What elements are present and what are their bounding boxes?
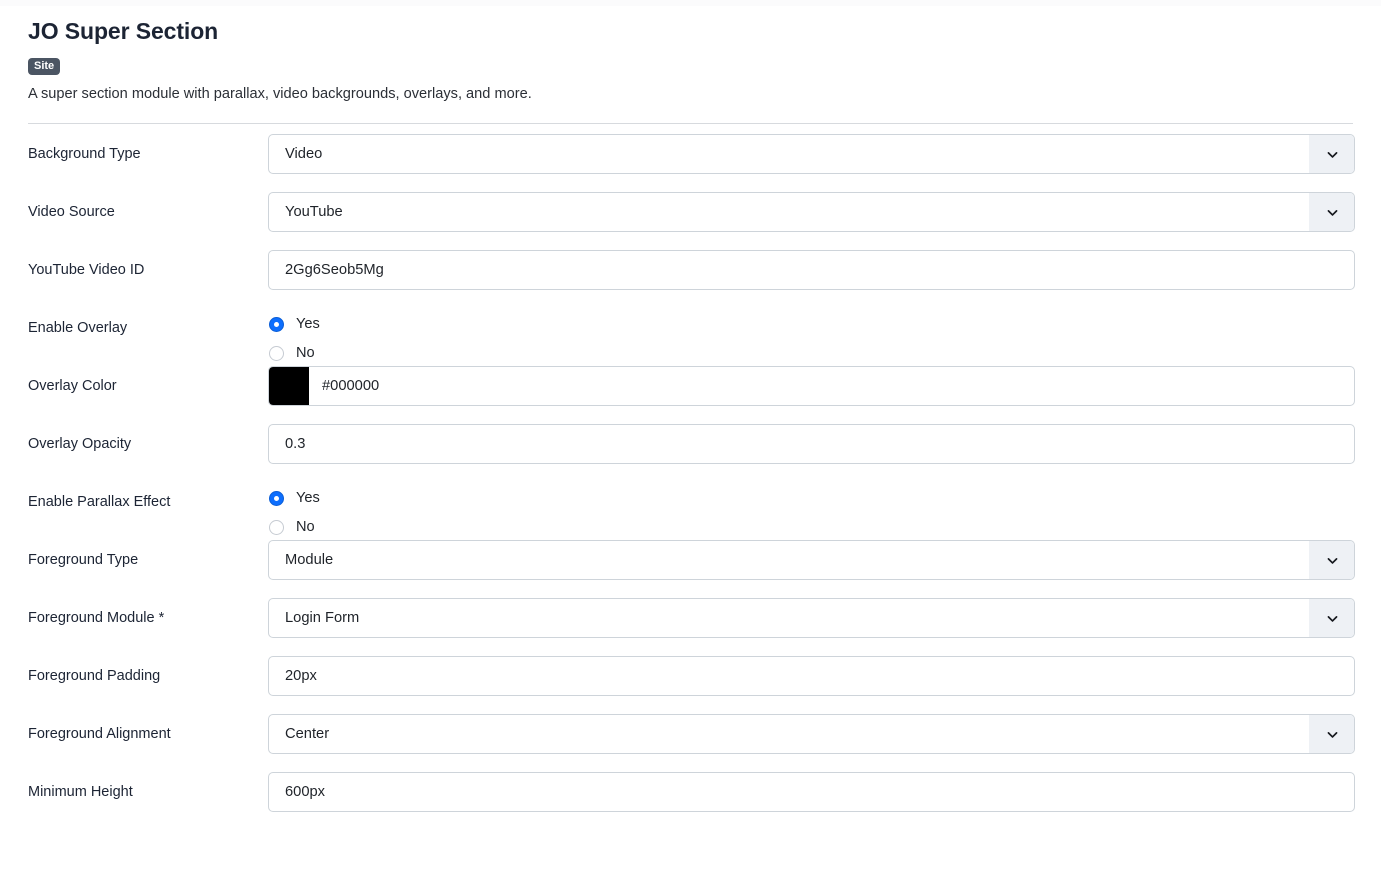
select-value-foreground-type: Module [285, 552, 334, 568]
page-header: JO Super Section Site A super section mo… [0, 0, 1381, 104]
chevron-down-icon [1326, 148, 1339, 161]
label-background-type: Background Type [28, 146, 141, 162]
radio-option-yes-enable-overlay[interactable]: Yes [268, 310, 1355, 339]
form-row-youtube-video-id: YouTube Video ID 2Gg6Seob5Mg [28, 240, 1355, 298]
radio-label: Yes [296, 316, 320, 332]
status-badge: Site [28, 58, 61, 76]
input-value-overlay-opacity: 0.3 [285, 436, 306, 452]
select-video-source[interactable]: YouTube [268, 192, 1355, 232]
input-foreground-padding[interactable]: 20px [268, 656, 1355, 696]
select-foreground-alignment[interactable]: Center [268, 714, 1355, 754]
radio-label: Yes [296, 490, 320, 506]
select-toggle-background-type[interactable] [1309, 135, 1354, 173]
label-enable-parallax-effect: Enable Parallax Effect [28, 494, 171, 510]
label-enable-overlay: Enable Overlay [28, 320, 128, 336]
chevron-down-icon [1326, 728, 1339, 741]
form-row-video-source: Video Source YouTube [28, 182, 1355, 240]
radio-selected-icon[interactable] [269, 317, 284, 332]
radio-selected-icon[interactable] [269, 491, 284, 506]
control-overlay-color: #000000 [268, 356, 1355, 406]
select-foreground-module[interactable]: Login Form [268, 598, 1355, 638]
input-youtube-video-id[interactable]: 2Gg6Seob5Mg [268, 250, 1355, 290]
color-field-overlay-color[interactable]: #000000 [268, 366, 1355, 406]
control-foreground-type: Module [268, 530, 1355, 580]
page-title: JO Super Section [28, 18, 219, 44]
chevron-down-icon [1326, 206, 1339, 219]
label-youtube-video-id: YouTube Video ID [28, 262, 145, 278]
select-background-type[interactable]: Video [268, 134, 1355, 174]
chevron-down-icon [1326, 554, 1339, 567]
radio-option-yes-enable-parallax-effect[interactable]: Yes [268, 484, 1355, 513]
select-value-foreground-alignment: Center [285, 726, 330, 742]
select-foreground-type[interactable]: Module [268, 540, 1355, 580]
form-row-enable-parallax-effect: Enable Parallax Effect Yes No [28, 472, 1355, 535]
label-video-source: Video Source [28, 204, 115, 220]
control-foreground-alignment: Center [268, 704, 1355, 754]
form-row-foreground-alignment: Foreground Alignment Center [28, 704, 1355, 762]
label-foreground-alignment: Foreground Alignment [28, 726, 171, 742]
settings-form: Background Type Video Video Source YouTube Y… [0, 124, 1381, 820]
form-row-overlay-color: Overlay Color #000000 [28, 356, 1355, 414]
select-value-background-type: Video [285, 146, 323, 162]
control-youtube-video-id: 2Gg6Seob5Mg [268, 240, 1355, 290]
label-foreground-type: Foreground Type [28, 552, 139, 568]
select-toggle-video-source[interactable] [1309, 193, 1354, 231]
select-toggle-foreground-type[interactable] [1309, 541, 1354, 579]
label-foreground-module: Foreground Module * [28, 610, 165, 626]
select-value-foreground-module: Login Form [285, 610, 360, 626]
control-background-type: Video [268, 124, 1355, 174]
input-value-foreground-padding: 20px [285, 668, 317, 684]
select-toggle-foreground-module[interactable] [1309, 599, 1354, 637]
form-row-foreground-padding: Foreground Padding 20px [28, 646, 1355, 704]
control-foreground-padding: 20px [268, 646, 1355, 696]
label-overlay-opacity: Overlay Opacity [28, 436, 132, 452]
chevron-down-icon [1326, 612, 1339, 625]
badge-row: Site [28, 58, 1381, 76]
module-settings-page: JO Super Section Site A super section mo… [0, 0, 1381, 820]
color-value-overlay-color: #000000 [322, 378, 380, 394]
form-row-foreground-type: Foreground Type Module [28, 530, 1355, 588]
input-value-youtube-video-id: 2Gg6Seob5Mg [285, 262, 384, 278]
input-value-minimum-height: 600px [285, 784, 326, 800]
select-toggle-foreground-alignment[interactable] [1309, 715, 1354, 753]
label-minimum-height: Minimum Height [28, 784, 133, 800]
color-swatch[interactable] [269, 367, 309, 405]
control-overlay-opacity: 0.3 [268, 414, 1355, 464]
select-value-video-source: YouTube [285, 204, 343, 220]
form-row-foreground-module: Foreground Module * Login Form [28, 588, 1355, 646]
page-description: A super section module with parallax, vi… [28, 86, 532, 102]
label-overlay-color: Overlay Color [28, 378, 117, 394]
input-overlay-opacity[interactable]: 0.3 [268, 424, 1355, 464]
form-row-background-type: Background Type Video [28, 124, 1355, 182]
control-foreground-module: Login Form [268, 588, 1355, 638]
label-foreground-padding: Foreground Padding [28, 668, 161, 684]
input-minimum-height[interactable]: 600px [268, 772, 1355, 812]
form-row-minimum-height: Minimum Height 600px [28, 762, 1355, 820]
form-row-enable-overlay: Enable Overlay Yes No [28, 298, 1355, 361]
form-row-overlay-opacity: Overlay Opacity 0.3 [28, 414, 1355, 472]
control-video-source: YouTube [268, 182, 1355, 232]
control-minimum-height: 600px [268, 762, 1355, 812]
